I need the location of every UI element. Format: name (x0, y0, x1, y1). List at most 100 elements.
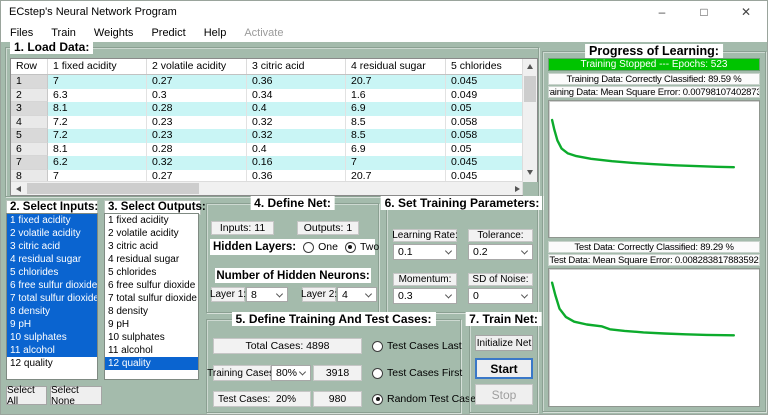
training-pct-value: 80% (276, 367, 298, 379)
inputs-count-label: Inputs: 11 (211, 221, 274, 235)
list-item[interactable]: 4 residual sugar (105, 253, 198, 266)
cases-group: 5. Define Training And Test Cases: Total… (206, 312, 481, 413)
menu-weights[interactable]: Weights (85, 27, 143, 39)
table-cell: 7 (48, 75, 147, 89)
outputs-listbox[interactable]: 1 fixed acidity 2 volatile acidity 3 citri… (104, 213, 199, 380)
chevron-down-icon (444, 247, 453, 255)
training-params-group: 6. Set Training Parameters: Learning Rat… (380, 196, 544, 313)
horizontal-scroll-thumb[interactable] (27, 183, 199, 194)
horizontal-scrollbar[interactable] (11, 181, 524, 195)
scroll-down-icon[interactable] (523, 165, 538, 179)
training-error-chart (548, 100, 760, 238)
table-cell: 0.058 (446, 129, 523, 143)
list-item[interactable]: 9 pH (7, 318, 97, 331)
scroll-left-icon[interactable] (11, 182, 25, 195)
table-header-row: Row 1 fixed acidity 2 volatile acidity 3 ci… (11, 59, 523, 75)
list-item[interactable]: 12 quality (105, 357, 198, 370)
list-item[interactable]: 8 density (7, 305, 97, 318)
table-row[interactable]: 7 6.2 0.32 0.16 7 0.045 (11, 156, 523, 170)
list-item[interactable]: 5 chlorides (105, 266, 198, 279)
table-cell: 6.9 (346, 102, 446, 116)
test-pct-value: 20% (275, 393, 296, 405)
list-item[interactable]: 4 residual sugar (7, 253, 97, 266)
table-cell: 7.2 (48, 115, 147, 129)
radio-hidden-two[interactable]: Two (344, 241, 379, 253)
table-row[interactable]: 6 8.1 0.28 0.4 6.9 0.05 (11, 142, 523, 156)
inputs-listbox[interactable]: 1 fixed acidity 2 volatile acidity 3 citri… (6, 213, 98, 380)
menu-files[interactable]: Files (1, 27, 42, 39)
vertical-scroll-thumb[interactable] (524, 76, 537, 102)
test-mse-bar: Test Data: Mean Square Error: 0.00828381… (548, 254, 760, 266)
table-row[interactable]: 1 7 0.27 0.36 20.7 0.045 (11, 75, 523, 89)
tolerance-combo[interactable]: 0.2 (468, 244, 533, 260)
list-item[interactable]: 11 alcohol (105, 344, 198, 357)
menu-train[interactable]: Train (42, 27, 85, 39)
menu-predict[interactable]: Predict (142, 27, 194, 39)
list-item[interactable]: 5 chlorides (7, 266, 97, 279)
list-item[interactable]: 6 free sulfur dioxide (105, 279, 198, 292)
list-item[interactable]: 7 total sulfur dioxide (7, 292, 97, 305)
table-cell: 0.36 (247, 75, 346, 89)
radio-hidden-one[interactable]: One (303, 241, 338, 253)
select-all-button[interactable]: Select All (6, 385, 47, 407)
list-item[interactable]: 3 citric acid (105, 240, 198, 253)
row-header: 5 (11, 129, 48, 143)
list-item[interactable]: 10 sulphates (7, 331, 97, 344)
table-row[interactable]: 3 8.1 0.28 0.4 6.9 0.05 (11, 102, 523, 116)
table-cell: 0.27 (147, 75, 247, 89)
define-net-group: 4. Define Net: Inputs: 11 Outputs: 1 Hid… (206, 196, 379, 313)
list-item[interactable]: 2 volatile acidity (105, 227, 198, 240)
layer1-label: Layer 1: (209, 287, 247, 302)
list-item[interactable]: 8 density (105, 305, 198, 318)
list-item[interactable]: 2 volatile acidity (7, 227, 97, 240)
sd-noise-combo[interactable]: 0 (468, 288, 533, 304)
radio-test-cases-last[interactable]: Test Cases Last (372, 340, 462, 352)
list-item[interactable]: 6 free sulfur dioxide (7, 279, 97, 292)
table-row[interactable]: 5 7.2 0.23 0.32 8.5 0.058 (11, 129, 523, 143)
close-button[interactable]: ✕ (725, 1, 767, 23)
initialize-net-button[interactable]: Initialize Net (475, 335, 533, 351)
sd-noise-value: 0 (473, 290, 479, 302)
radio-circle-icon (344, 241, 356, 253)
maximize-button[interactable]: □ (683, 1, 725, 23)
vertical-scrollbar[interactable] (522, 59, 538, 196)
training-pct-combo[interactable]: 80% (271, 365, 311, 381)
radio-last-label: Test Cases Last (387, 340, 462, 352)
select-none-button[interactable]: Select None (50, 385, 102, 407)
table-cell: 0.3 (147, 88, 247, 102)
list-item[interactable]: 7 total sulfur dioxide (105, 292, 198, 305)
list-item[interactable]: 1 fixed acidity (7, 214, 97, 227)
table-row[interactable]: 4 7.2 0.23 0.32 8.5 0.058 (11, 115, 523, 129)
tolerance-value: 0.2 (473, 246, 488, 258)
data-table: Row 1 fixed acidity 2 volatile acidity 3 ci… (10, 58, 538, 196)
minimize-button[interactable]: – (641, 1, 683, 23)
list-item[interactable]: 3 citric acid (7, 240, 97, 253)
list-item[interactable]: 1 fixed acidity (105, 214, 198, 227)
define-net-title: 4. Define Net: (250, 196, 335, 210)
scrollbar-corner (523, 182, 538, 196)
start-button[interactable]: Start (475, 358, 533, 379)
training-status-bar: Training Stopped --- Epochs: 523 (548, 58, 760, 71)
window-controls: – □ ✕ (641, 1, 767, 23)
table-cell: 0.049 (451, 88, 478, 101)
chevron-down-icon (444, 291, 453, 299)
radio-test-cases-first[interactable]: Test Cases First (372, 367, 462, 379)
list-item[interactable]: 12 quality (7, 357, 97, 370)
total-cases-label: Total Cases: 4898 (213, 338, 362, 354)
table-row[interactable]: 2 6.3 0.3 0.34 1.6 0.049 (11, 88, 523, 102)
chevron-down-icon (364, 289, 373, 298)
progress-title: Progress of Learning: (585, 44, 723, 58)
column-header: 4 residual sugar (346, 59, 446, 74)
learning-rate-combo[interactable]: 0.1 (393, 244, 457, 260)
list-item[interactable]: 10 sulphates (105, 331, 198, 344)
row-header: 7 (11, 156, 48, 170)
layer2-combo[interactable]: 4 (337, 287, 377, 302)
layer1-combo[interactable]: 8 (246, 287, 288, 302)
radio-random-test-cases[interactable]: Random Test Cases (372, 393, 481, 405)
momentum-combo[interactable]: 0.3 (393, 288, 457, 304)
scroll-up-icon[interactable] (523, 59, 538, 73)
learning-rate-value: 0.1 (398, 246, 413, 258)
menu-help[interactable]: Help (195, 27, 236, 39)
list-item[interactable]: 11 alcohol (7, 344, 97, 357)
list-item[interactable]: 9 pH (105, 318, 198, 331)
